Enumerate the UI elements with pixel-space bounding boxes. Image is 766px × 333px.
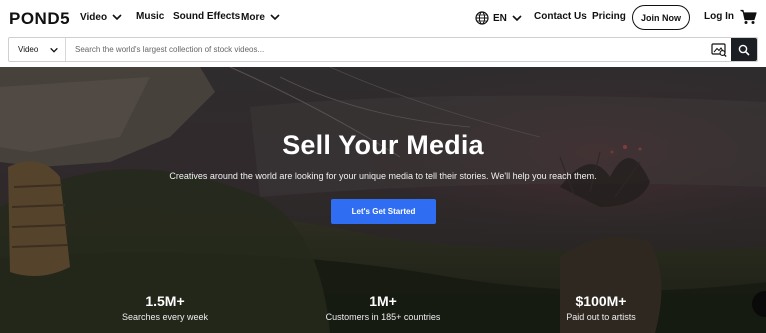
- stat-customers: 1M+ Customers in 185+ countries: [303, 293, 463, 322]
- search-type-label: Video: [18, 45, 39, 54]
- hero-section: Sell Your Media Creatives around the wor…: [0, 67, 766, 333]
- language-label: EN: [493, 12, 507, 24]
- chevron-down-icon: [50, 47, 58, 53]
- nav-sound-effects-label: Sound Effects: [173, 11, 241, 22]
- stat-label: Paid out to artists: [566, 312, 636, 322]
- nav-login[interactable]: Log In: [704, 11, 734, 22]
- nav-pricing-label: Pricing: [592, 11, 626, 22]
- visual-search-button[interactable]: [707, 38, 731, 61]
- nav-contact-label: Contact Us: [534, 11, 587, 22]
- stat-value: $100M+: [575, 293, 627, 309]
- chevron-down-icon: [270, 14, 280, 21]
- nav-more[interactable]: More: [241, 11, 281, 23]
- stat-label: Searches every week: [121, 312, 209, 322]
- search-type-dropdown[interactable]: Video: [9, 38, 66, 61]
- globe-icon: [475, 11, 489, 25]
- search-button[interactable]: [731, 38, 757, 61]
- search-icon: [738, 44, 750, 56]
- pond5-logo[interactable]: POND5: [9, 9, 70, 29]
- chevron-down-icon: [112, 14, 122, 21]
- search-bar: Video: [8, 37, 758, 62]
- stat-label: Customers in 185+ countries: [325, 312, 441, 322]
- nav-video[interactable]: Video: [80, 11, 123, 23]
- nav-music-label: Music: [136, 11, 165, 22]
- stat-value: 1M+: [369, 293, 397, 309]
- nav-sound-effects[interactable]: Sound Effects: [173, 11, 240, 22]
- chevron-down-icon: [512, 15, 522, 22]
- nav-more-label: More: [241, 11, 265, 23]
- nav-login-label: Log In: [704, 11, 734, 22]
- join-now-button[interactable]: Join Now: [632, 5, 690, 30]
- hero-subtitle: Creatives around the world are looking f…: [169, 171, 597, 181]
- visual-search-icon: [711, 42, 727, 57]
- nav-video-label: Video: [80, 11, 108, 23]
- stat-value: 1.5M+: [145, 293, 185, 309]
- top-nav: POND5 Video Music Sound Effects More EN …: [0, 0, 766, 36]
- get-started-button[interactable]: Let's Get Started: [331, 199, 436, 224]
- stat-payouts: $100M+ Paid out to artists: [521, 293, 681, 322]
- cart-icon[interactable]: [740, 9, 757, 25]
- search-input[interactable]: [66, 38, 707, 61]
- nav-contact[interactable]: Contact Us: [534, 11, 587, 22]
- nav-pricing[interactable]: Pricing: [592, 11, 626, 22]
- stat-searches: 1.5M+ Searches every week: [85, 293, 245, 322]
- hero-title: Sell Your Media: [282, 130, 484, 160]
- nav-music[interactable]: Music: [136, 11, 164, 22]
- language-selector[interactable]: EN: [475, 11, 523, 25]
